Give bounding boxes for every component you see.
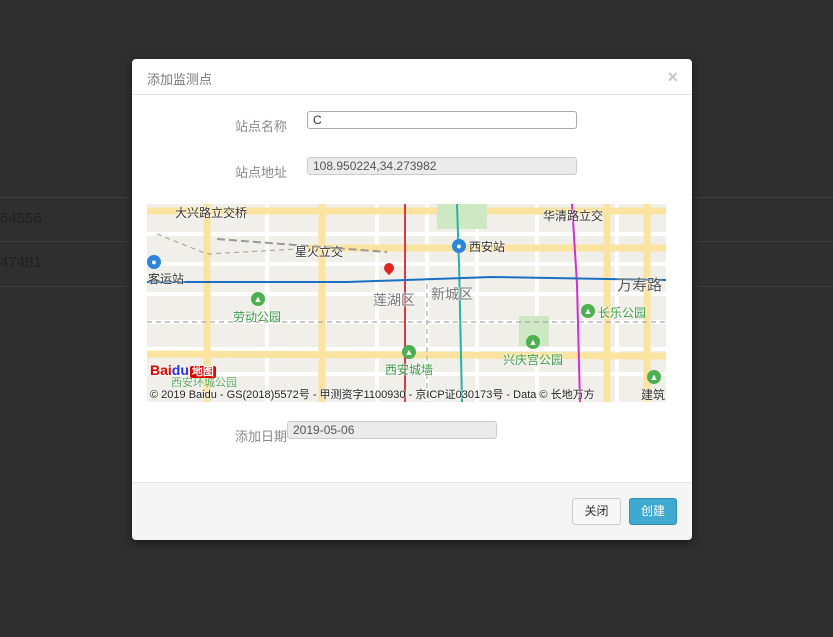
modal-footer: 关闭 创建 bbox=[132, 482, 692, 540]
create-button[interactable]: 创建 bbox=[629, 498, 677, 525]
add-date-input[interactable] bbox=[287, 421, 497, 439]
map-label-xian-station: 西安站 bbox=[469, 240, 506, 254]
location-map[interactable]: 大兴路立交桥 华清路立交 星火立交 ● 西安站 ● 客运站 万寿路 莲湖区 新城… bbox=[147, 204, 666, 402]
station-name-label: 站点名称 bbox=[235, 119, 288, 134]
modal-header: 添加监测点 × bbox=[132, 59, 692, 95]
station-name-input[interactable] bbox=[307, 111, 577, 129]
background-table-row bbox=[692, 241, 833, 287]
background-table-row bbox=[692, 197, 833, 242]
modal-title: 添加监测点 bbox=[147, 72, 213, 87]
map-label-wanshoulu: 万寿路 bbox=[617, 277, 663, 294]
map-label-jianzhu: 建筑 bbox=[641, 388, 666, 402]
station-address-input[interactable] bbox=[307, 157, 577, 175]
tree-icon: ▲ bbox=[251, 292, 265, 306]
metro-icon: ● bbox=[147, 255, 161, 269]
map-copyright: © 2019 Baidu - GS(2018)5572号 - 甲测资字11009… bbox=[150, 389, 595, 401]
tree-icon: ▲ bbox=[402, 345, 416, 359]
metro-icon: ● bbox=[452, 239, 466, 253]
close-button[interactable]: 关闭 bbox=[572, 498, 621, 525]
tree-icon: ▲ bbox=[647, 370, 661, 384]
map-label-daxinglu: 大兴路立交桥 bbox=[175, 206, 248, 220]
add-monitoring-point-dialog: 添加监测点 × 站点名称 站点地址 bbox=[132, 59, 692, 540]
map-label-huaqinglu: 华清路立交 bbox=[543, 209, 604, 223]
station-address-label: 站点地址 bbox=[235, 165, 288, 180]
map-label-laodong-park: 劳动公园 bbox=[233, 310, 282, 324]
tree-icon: ▲ bbox=[581, 304, 595, 318]
background-cell: 64556 bbox=[0, 210, 42, 227]
background-cell: 47481 bbox=[0, 254, 42, 271]
map-label-xinghuo: 星火立交 bbox=[295, 245, 344, 259]
baidu-map-logo: Baidu 地图 bbox=[150, 362, 216, 378]
close-icon[interactable]: × bbox=[667, 68, 678, 86]
map-label-xincheng: 新城区 bbox=[431, 286, 473, 302]
tree-icon: ▲ bbox=[526, 335, 540, 349]
background-table-row: 47481 bbox=[0, 241, 131, 287]
map-label-keyunzhan: 客运站 bbox=[148, 272, 185, 286]
map-label-changle-park: 长乐公园 bbox=[598, 306, 647, 320]
map-label-xian-wall: 西安城墙 bbox=[385, 363, 434, 377]
map-label-lianhu: 莲湖区 bbox=[373, 292, 415, 308]
add-date-label: 添加日期 bbox=[235, 429, 288, 444]
map-label-xingqing-park: 兴庆宫公园 bbox=[503, 353, 564, 367]
background-table-row: 64556 bbox=[0, 197, 131, 242]
